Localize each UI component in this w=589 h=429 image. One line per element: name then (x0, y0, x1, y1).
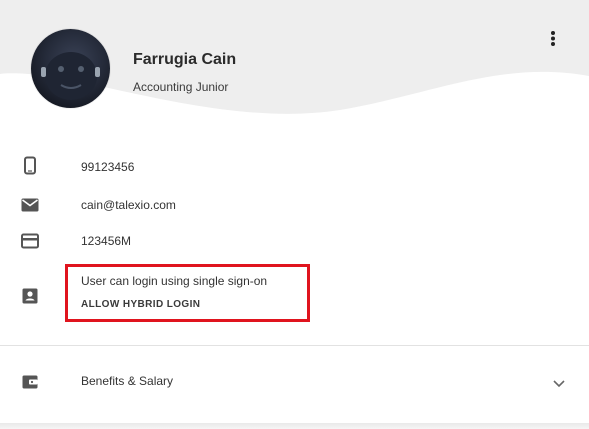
wallet-icon (22, 375, 38, 389)
sso-status-text: User can login using single sign-on (81, 274, 268, 288)
phone-row: 99123456 (0, 154, 589, 182)
employee-name: Farrugia Cain (133, 51, 237, 68)
more-options-button[interactable] (543, 27, 563, 49)
allow-hybrid-login-button[interactable]: ALLOW HYBRID LOGIN (81, 299, 200, 310)
chevron-down-icon[interactable] (549, 373, 569, 393)
id-card-row: 123456M (0, 228, 589, 256)
benefits-salary-label: Benefits & Salary (81, 374, 174, 388)
id-card-number: 123456M (81, 234, 132, 248)
card-bottom-edge (0, 423, 589, 429)
email-icon (21, 198, 39, 212)
phone-number: 99123456 (81, 160, 135, 174)
more-vertical-icon (551, 31, 555, 46)
sso-highlight-box (65, 264, 310, 322)
credit-card-icon (21, 233, 39, 249)
email-address: cain@talexio.com (81, 198, 176, 212)
benefits-salary-section[interactable]: Benefits & Salary (0, 346, 589, 416)
employee-profile-card: Farrugia Cain Accounting Junior 99123456… (0, 0, 589, 429)
contact-badge-icon (22, 288, 38, 304)
avatar (31, 29, 110, 108)
phone-icon (24, 156, 36, 175)
email-row: cain@talexio.com (0, 192, 589, 220)
employee-role: Accounting Junior (133, 80, 229, 94)
